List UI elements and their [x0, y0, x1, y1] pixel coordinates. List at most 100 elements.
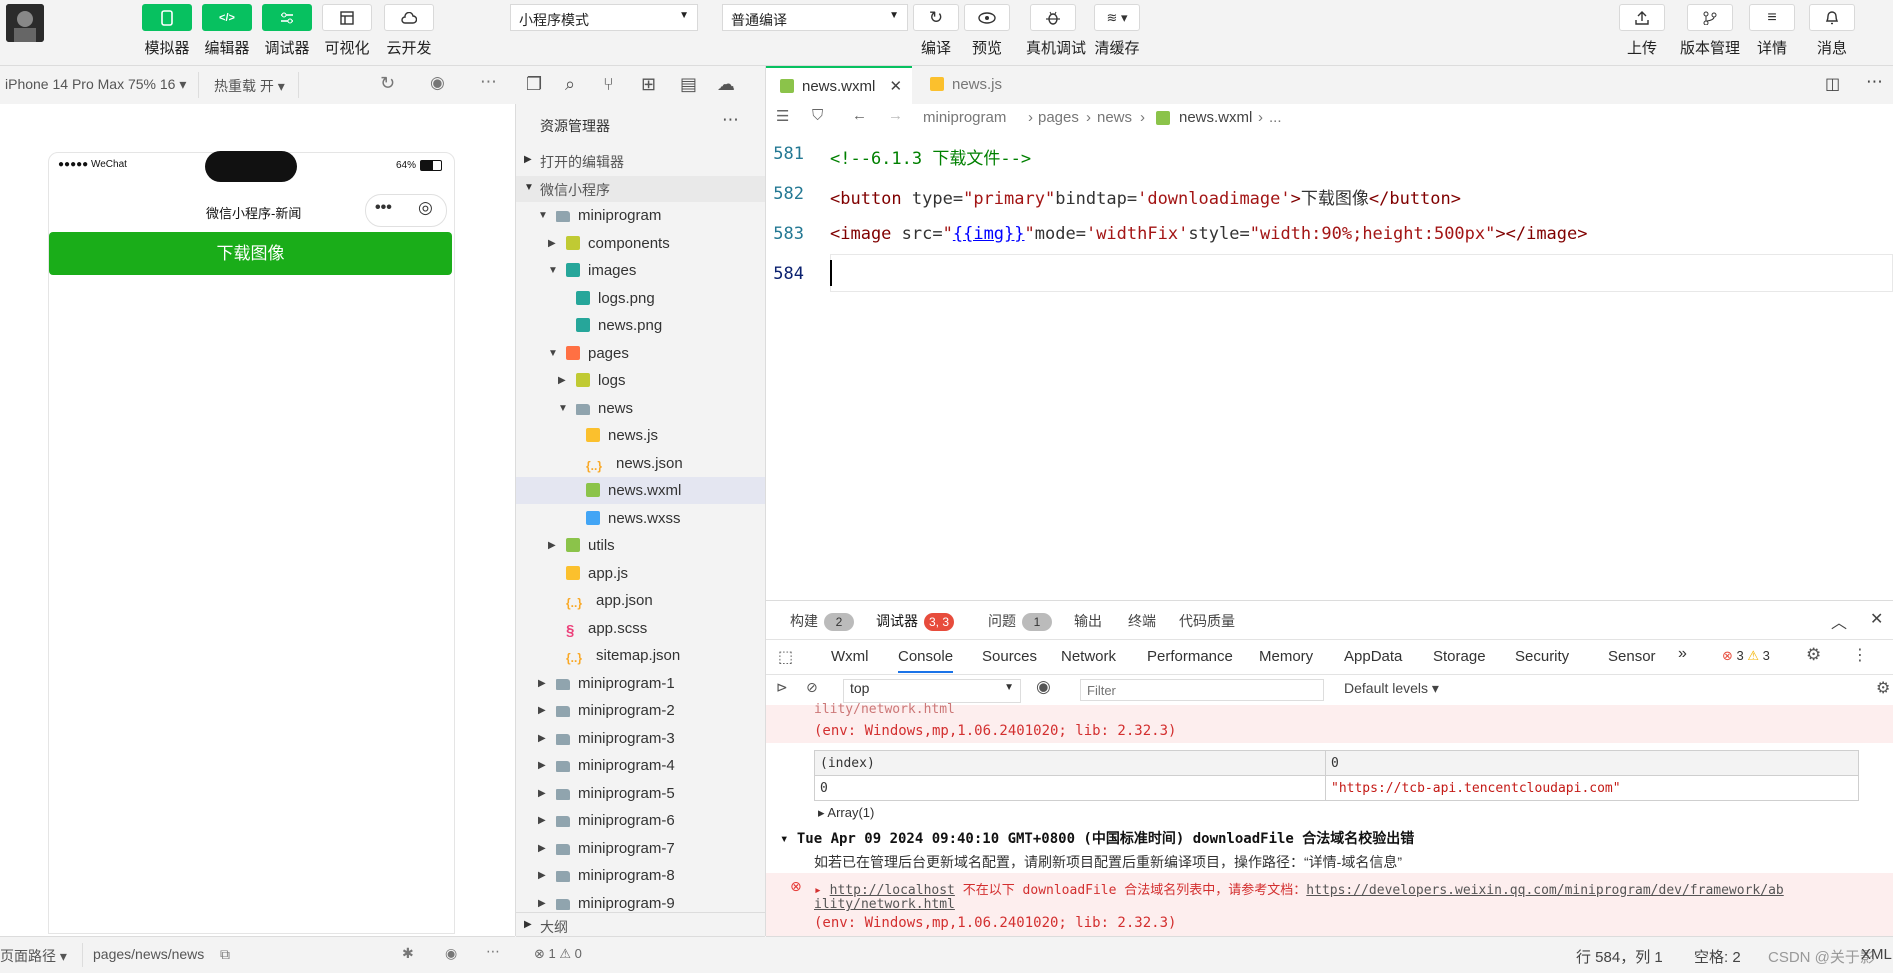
- problems-indicator[interactable]: ⊗ 1 ⚠ 0: [534, 946, 582, 962]
- close-icon[interactable]: ✕: [890, 78, 903, 95]
- tree-item[interactable]: news.js: [516, 422, 765, 449]
- panel-tab-problems[interactable]: 问题 1: [988, 611, 1052, 631]
- clear-console-icon[interactable]: ⊘: [806, 679, 818, 696]
- chevron-right-icon[interactable]: ▶: [538, 752, 546, 779]
- devtools-tab-appdata[interactable]: AppData: [1344, 648, 1402, 665]
- chevron-down-icon[interactable]: ▼: [548, 340, 558, 367]
- preview-button[interactable]: 预览: [962, 4, 1012, 58]
- devtools-tab-sources[interactable]: Sources: [982, 648, 1037, 665]
- version-button[interactable]: 版本管理: [1679, 4, 1741, 58]
- indentation[interactable]: 空格: 2: [1694, 946, 1741, 967]
- chevron-down-icon[interactable]: ▼: [558, 395, 568, 422]
- chevron-right-icon[interactable]: ▶: [538, 725, 546, 752]
- device-select[interactable]: iPhone 14 Pro Max 75% 16 ▾: [5, 76, 186, 93]
- back-icon[interactable]: ←: [852, 107, 867, 124]
- split-editor-icon[interactable]: ◫: [1825, 74, 1840, 94]
- devtools-tab-network[interactable]: Network: [1061, 648, 1116, 665]
- sidebar-toggle-icon[interactable]: ⊳: [776, 679, 788, 696]
- tree-item[interactable]: {..} sitemap.json: [516, 642, 765, 669]
- chevron-right-icon[interactable]: ▶: [548, 532, 556, 559]
- source-control-icon[interactable]: ⑂: [603, 74, 614, 95]
- tree-item[interactable]: ▶ miniprogram-2: [516, 697, 765, 724]
- capsule-menu[interactable]: ••• ◎: [365, 194, 447, 227]
- tree-item[interactable]: app.js: [516, 560, 765, 587]
- doc-link[interactable]: ility/network.html: [814, 897, 955, 912]
- chevron-right-icon[interactable]: ▶: [538, 835, 546, 862]
- tree-item[interactable]: news.png: [516, 312, 765, 339]
- compile-select[interactable]: 普通编译 ▼: [722, 4, 908, 31]
- storage-icon[interactable]: ▤: [680, 74, 697, 95]
- page-path-select[interactable]: 页面路径 ▾: [0, 946, 67, 966]
- outline-section[interactable]: ▶ 大纲: [516, 912, 765, 937]
- tab-news-js[interactable]: news.js: [916, 66, 1066, 104]
- tree-item[interactable]: logs.png: [516, 285, 765, 312]
- chevron-down-icon[interactable]: ▼: [538, 202, 548, 229]
- chevron-right-icon[interactable]: ▶: [558, 367, 566, 394]
- tree-item[interactable]: ▶ utils: [516, 532, 765, 559]
- tree-item[interactable]: ▶ miniprogram-7: [516, 835, 765, 862]
- close-icon[interactable]: ✕: [1870, 609, 1883, 629]
- chevron-right-icon[interactable]: ▶: [538, 697, 546, 724]
- visual-button[interactable]: 可视化: [321, 4, 373, 58]
- tree-item[interactable]: § app.scss: [516, 615, 765, 642]
- tab-news-wxml[interactable]: news.wxml ✕: [766, 66, 912, 104]
- gear-icon[interactable]: ⚙: [1876, 678, 1890, 698]
- refresh-icon[interactable]: ↻: [380, 73, 395, 94]
- log-link[interactable]: http://localhost: [830, 883, 955, 898]
- messages-button[interactable]: 消息: [1807, 4, 1857, 58]
- devtools-tab-wxml[interactable]: Wxml: [831, 648, 869, 665]
- chevron-right-icon[interactable]: ▶: [538, 780, 546, 807]
- remote-debug-button[interactable]: 真机调试: [1026, 4, 1086, 58]
- chevron-right-icon[interactable]: ▶: [538, 862, 546, 889]
- gear-icon[interactable]: ⚙: [1806, 645, 1821, 665]
- debugger-button[interactable]: 调试器: [261, 4, 313, 58]
- bug-icon[interactable]: ✱: [402, 945, 414, 962]
- list-icon[interactable]: ☰: [776, 107, 789, 125]
- devtools-tab-memory[interactable]: Memory: [1259, 648, 1313, 665]
- context-select[interactable]: top ▼: [843, 679, 1021, 703]
- tree-item[interactable]: ▶ miniprogram-3: [516, 725, 765, 752]
- tree-item[interactable]: {..} news.json: [516, 450, 765, 477]
- devtools-tab-security[interactable]: Security: [1515, 648, 1569, 665]
- eye-icon[interactable]: ◉: [1036, 677, 1051, 697]
- clear-cache-button[interactable]: ≋ ▾ 清缓存: [1092, 4, 1142, 58]
- breadcrumb-item[interactable]: ...: [1269, 109, 1282, 126]
- console-counts[interactable]: ⊗ 3 ⚠ 3: [1722, 648, 1770, 664]
- kebab-icon[interactable]: ⋮: [1852, 645, 1868, 665]
- tree-item[interactable]: {..} app.json: [516, 587, 765, 614]
- tree-item[interactable]: ▼ miniprogram: [516, 202, 765, 229]
- more-icon[interactable]: ⋯: [486, 943, 500, 960]
- details-button[interactable]: ≡ 详情: [1747, 4, 1797, 58]
- tree-item[interactable]: news.wxss: [516, 505, 765, 532]
- tree-item[interactable]: ▼ news: [516, 395, 765, 422]
- chevron-right-icon[interactable]: ▶: [538, 807, 546, 834]
- chevron-right-icon[interactable]: ▶: [538, 670, 546, 697]
- close-mini-icon[interactable]: ◎: [418, 198, 433, 218]
- more-icon[interactable]: ⋯: [722, 110, 739, 130]
- console-filter-input[interactable]: [1080, 679, 1324, 701]
- devtools-tab-console[interactable]: Console: [898, 648, 954, 673]
- forward-icon[interactable]: →: [888, 107, 903, 124]
- extensions-icon[interactable]: ⊞: [641, 74, 656, 95]
- breadcrumb-item[interactable]: pages: [1038, 109, 1079, 126]
- tree-item[interactable]: ▶ miniprogram-5: [516, 780, 765, 807]
- open-editors-section[interactable]: ▶ 打开的编辑器: [516, 148, 765, 174]
- inspect-icon[interactable]: ⬚: [778, 647, 793, 667]
- upload-button[interactable]: 上传: [1617, 4, 1667, 58]
- project-section[interactable]: ▼ 微信小程序: [516, 176, 765, 202]
- tree-item[interactable]: ▶ components: [516, 230, 765, 257]
- tree-item[interactable]: ▶ logs: [516, 367, 765, 394]
- chevron-right-icon[interactable]: ▶: [548, 230, 556, 257]
- array-expander[interactable]: ▸ Array(1): [818, 805, 874, 821]
- log-group-title[interactable]: ▾ Tue Apr 09 2024 09:40:10 GMT+0800 (中国标…: [780, 828, 1414, 848]
- panel-tab-debugger[interactable]: 调试器 3, 3: [876, 611, 955, 631]
- cloud-button[interactable]: 云开发: [383, 4, 435, 58]
- tree-item[interactable]: ▶ miniprogram-6: [516, 807, 765, 834]
- tree-item[interactable]: ▼ pages: [516, 340, 765, 367]
- panel-tab-output[interactable]: 输出: [1074, 611, 1102, 631]
- download-image-button[interactable]: 下载图像: [49, 232, 452, 275]
- levels-select[interactable]: Default levels ▾: [1344, 680, 1439, 697]
- bookmark-icon[interactable]: ⛉: [812, 107, 823, 124]
- cloud-icon[interactable]: ☁: [717, 74, 735, 95]
- panel-tab-code-quality[interactable]: 代码质量: [1179, 611, 1235, 631]
